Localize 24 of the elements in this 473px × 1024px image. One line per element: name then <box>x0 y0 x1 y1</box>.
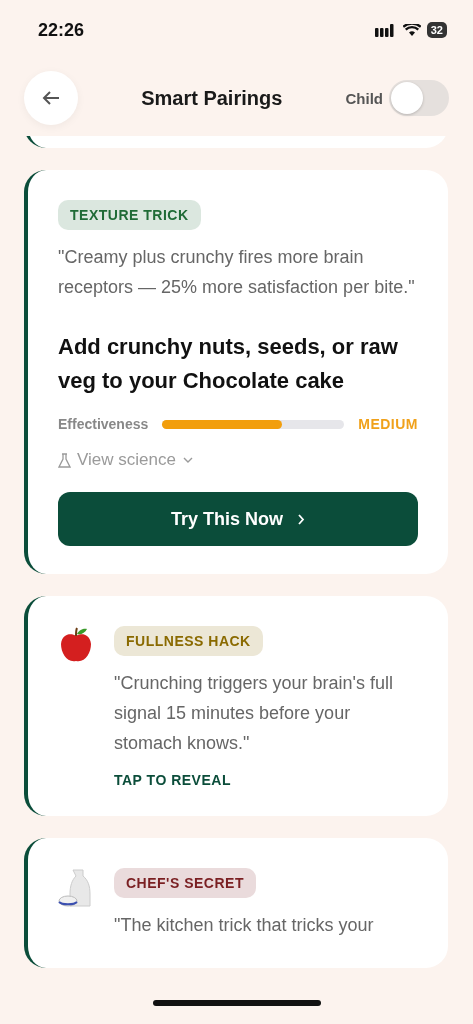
tap-to-reveal-link[interactable]: TAP TO REVEAL <box>114 772 231 788</box>
sake-bottle-icon <box>58 868 94 908</box>
flask-icon <box>58 452 71 468</box>
try-now-button[interactable]: Try This Now <box>58 492 418 546</box>
category-tag: TEXTURE TRICK <box>58 200 201 230</box>
quote-text: "Creamy plus crunchy fires more brain receptors — 25% more satisfaction per bite." <box>58 246 416 299</box>
apple-icon <box>58 626 94 664</box>
effectiveness-rating: MEDIUM <box>358 416 418 432</box>
quote-text: "The kitchen trick that tricks your <box>114 914 374 937</box>
signal-icon <box>374 23 397 37</box>
chevron-down-icon <box>181 456 194 464</box>
category-tag: FULLNESS HACK <box>114 626 263 656</box>
category-tag: CHEF'S SECRET <box>114 868 256 898</box>
status-time: 22:26 <box>38 19 85 41</box>
quote-text: "Crunching triggers your brain's full signal 15 minutes before your stomach knows." <box>114 672 394 755</box>
effectiveness-label: Effectiveness <box>58 416 149 432</box>
back-arrow-icon <box>41 90 61 106</box>
chevron-right-icon <box>297 512 305 526</box>
child-mode-toggle[interactable] <box>389 80 449 116</box>
page-title: Smart Pairings <box>140 86 284 110</box>
child-mode-label: Child <box>345 89 383 107</box>
tip-headline: Add crunchy nuts, seeds, or raw veg to your Chocolate cake <box>58 333 399 395</box>
battery-level: 32 <box>426 22 447 38</box>
wifi-icon <box>402 23 421 37</box>
